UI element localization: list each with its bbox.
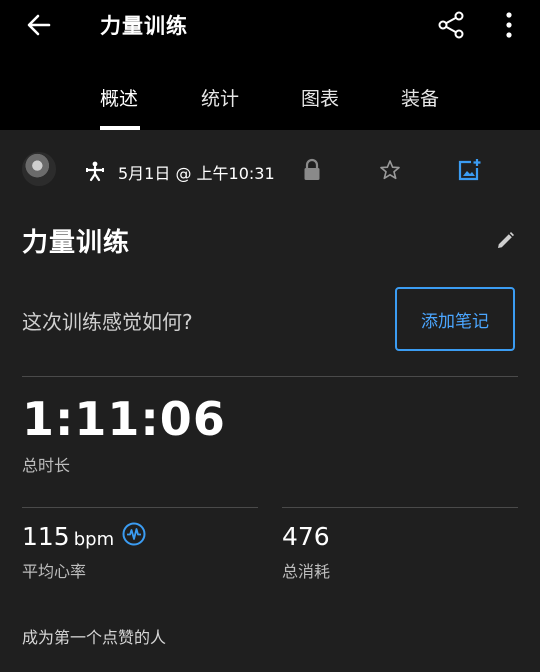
active-tab-indicator — [100, 126, 140, 130]
add-photo-icon — [458, 159, 481, 181]
strength-training-icon — [84, 160, 106, 182]
total-duration-value: 1:11:06 — [22, 392, 226, 446]
user-avatar[interactable] — [22, 152, 56, 186]
more-vertical-icon — [506, 12, 512, 38]
favorite-button[interactable] — [378, 158, 402, 182]
share-icon — [438, 11, 464, 39]
top-app-bar: 力量训练 概述 统计 图表 装备 — [0, 0, 540, 130]
arrow-left-icon — [27, 14, 51, 36]
star-outline-icon — [380, 160, 400, 180]
total-calories-label: 总消耗 — [282, 562, 331, 581]
more-options-button[interactable] — [494, 8, 524, 42]
tab-stats[interactable]: 统计 — [201, 84, 239, 111]
heart-rate-unit: bpm — [73, 529, 115, 550]
tab-overview[interactable]: 概述 — [100, 84, 138, 111]
divider — [22, 376, 518, 377]
back-button[interactable] — [22, 8, 56, 42]
total-calories-value: 476 — [282, 522, 330, 551]
app-bar-title: 力量训练 — [100, 14, 188, 38]
tab-charts[interactable]: 图表 — [301, 84, 339, 111]
divider — [282, 507, 518, 508]
tab-gear[interactable]: 装备 — [401, 84, 439, 111]
add-photo-button[interactable] — [456, 157, 482, 183]
avg-heart-rate-value: 115 — [22, 522, 70, 551]
workout-feel-question: 这次训练感觉如何? — [22, 310, 193, 334]
avg-heart-rate-label: 平均心率 — [22, 562, 87, 581]
activity-date: 5月1日 @ 上午10:31 — [118, 164, 275, 183]
edit-title-button[interactable] — [494, 230, 516, 252]
heart-rate-zone-icon[interactable] — [122, 522, 146, 546]
share-button[interactable] — [434, 8, 468, 42]
avg-heart-rate[interactable]: 115 bpm — [22, 522, 114, 551]
lock-icon[interactable] — [302, 158, 322, 182]
first-like-prompt[interactable]: 成为第一个点赞的人 — [22, 624, 166, 648]
add-note-button[interactable]: 添加笔记 — [395, 287, 515, 351]
total-duration-label: 总时长 — [22, 456, 71, 475]
pencil-icon — [498, 232, 514, 248]
divider — [22, 507, 258, 508]
activity-title: 力量训练 — [22, 228, 131, 258]
